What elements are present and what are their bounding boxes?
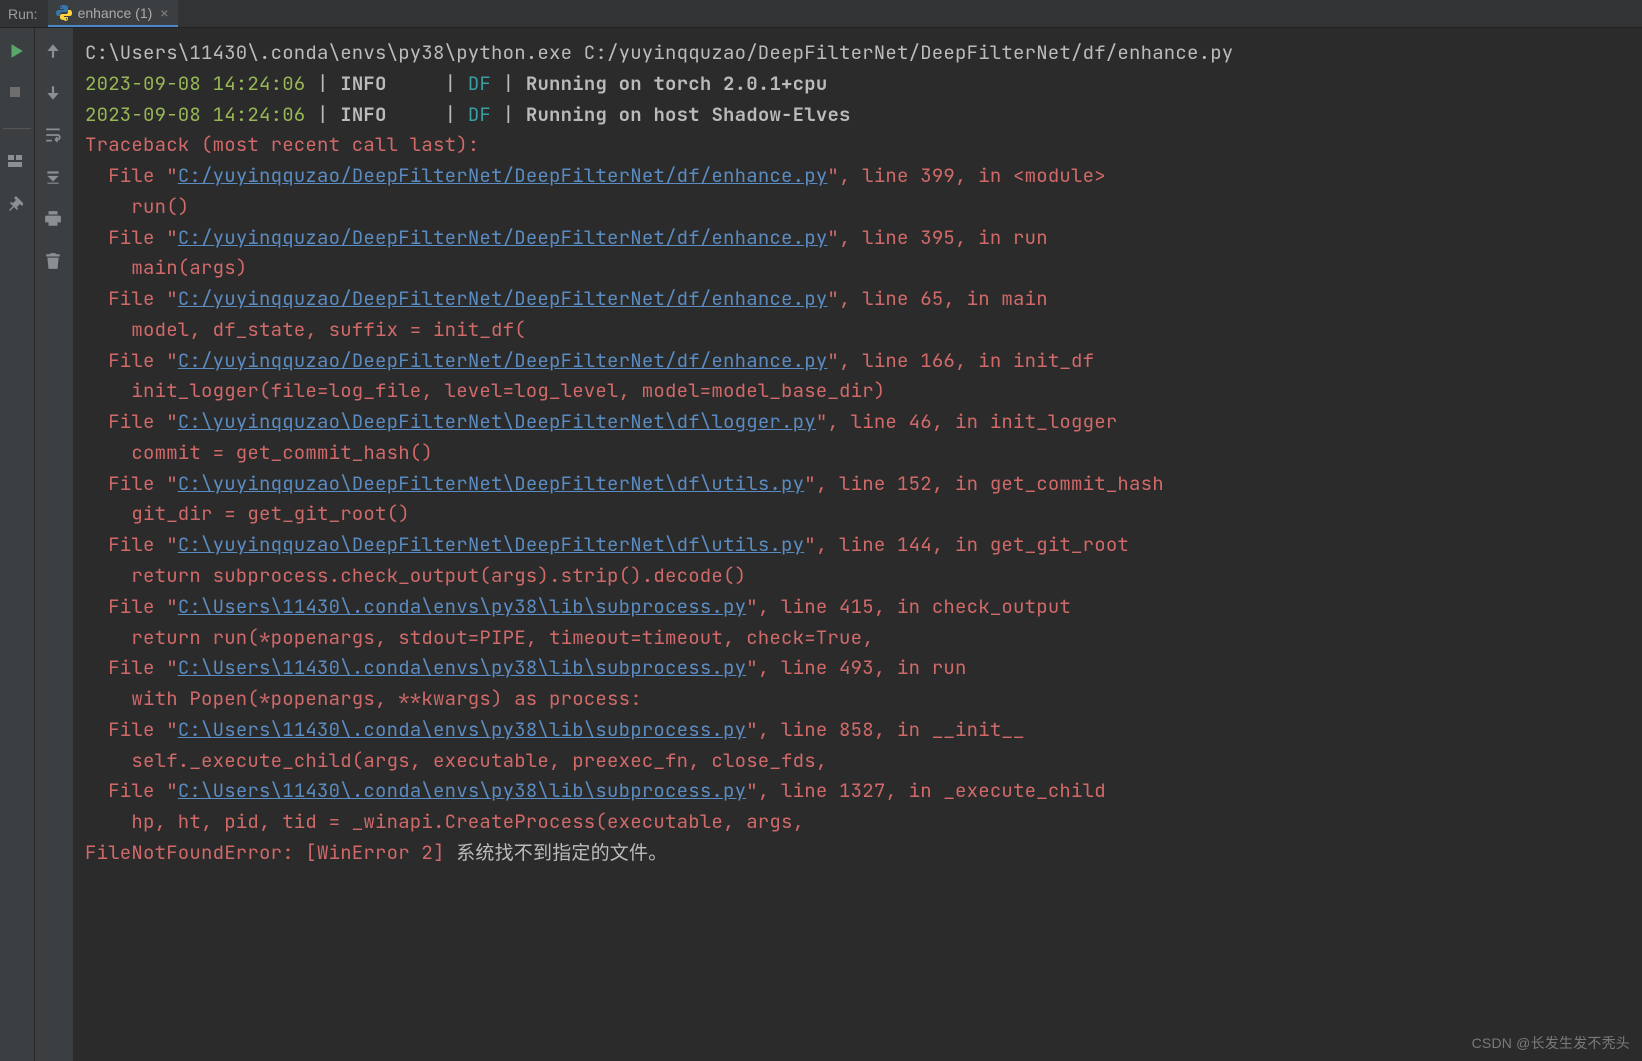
layout-icon[interactable] [7, 153, 27, 173]
traceback-frame: File " [85, 286, 178, 311]
up-arrow-icon[interactable] [44, 42, 64, 62]
traceback-frame: File " [85, 471, 178, 496]
run-panel-header: Run: enhance (1) × [0, 0, 1642, 28]
run-panel-body: C:\Users\11430\.conda\envs\py38\python.e… [0, 28, 1642, 1061]
log-level: INFO [340, 102, 433, 127]
traceback-code: run() [85, 194, 189, 219]
python-file-icon [56, 5, 72, 21]
file-link[interactable]: C:\yuyinqquzao\DeepFilterNet\DeepFilterN… [178, 532, 804, 557]
console-output[interactable]: C:\Users\11430\.conda\envs\py38\python.e… [73, 28, 1642, 1061]
traceback-frame: File " [85, 163, 178, 188]
traceback-code: return subprocess.check_output(args).str… [85, 563, 746, 588]
watermark: CSDN @长发生发不秃头 [1472, 1032, 1630, 1055]
file-link[interactable]: C:/yuyinqquzao/DeepFilterNet/DeepFilterN… [178, 163, 828, 188]
stop-icon[interactable] [7, 84, 27, 104]
run-toolbar-right [35, 28, 73, 1061]
file-link[interactable]: C:\yuyinqquzao\DeepFilterNet\DeepFilterN… [178, 471, 804, 496]
run-config-tab[interactable]: enhance (1) × [48, 0, 179, 27]
traceback-code: commit = get_commit_hash() [85, 440, 433, 465]
traceback-frame: File " [85, 778, 178, 803]
log-level: INFO [340, 71, 433, 96]
rerun-icon[interactable] [7, 42, 27, 62]
traceback-frame: File " [85, 532, 178, 557]
traceback-frame: File " [85, 348, 178, 373]
print-icon[interactable] [44, 210, 64, 230]
log-tag: DF [468, 71, 491, 96]
traceback-frame: File " [85, 655, 178, 680]
traceback-code: hp, ht, pid, tid = _winapi.CreateProcess… [85, 809, 804, 834]
toolbar-divider [3, 128, 30, 129]
command-line: C:\Users\11430\.conda\envs\py38\python.e… [85, 40, 1233, 65]
traceback-frame: File " [85, 225, 178, 250]
error-type: FileNotFoundError: [WinError 2] [85, 840, 445, 865]
trash-icon[interactable] [44, 252, 64, 272]
file-link[interactable]: C:\Users\11430\.conda\envs\py38\lib\subp… [178, 717, 746, 742]
run-label: Run: [0, 6, 48, 22]
error-message: 系统找不到指定的文件。 [445, 840, 668, 865]
traceback-code: self._execute_child(args, executable, pr… [85, 748, 827, 773]
log-message: Running on torch 2.0.1+cpu [526, 71, 828, 96]
traceback-frame: File " [85, 717, 178, 742]
log-timestamp: 2023-09-08 14:24:06 [85, 71, 305, 96]
traceback-code: model, df_state, suffix = init_df( [85, 317, 526, 342]
file-link[interactable]: C:/yuyinqquzao/DeepFilterNet/DeepFilterN… [178, 225, 828, 250]
log-tag: DF [468, 102, 491, 127]
run-toolbar-left [0, 28, 35, 1061]
file-link[interactable]: C:/yuyinqquzao/DeepFilterNet/DeepFilterN… [178, 286, 828, 311]
file-link[interactable]: C:\Users\11430\.conda\envs\py38\lib\subp… [178, 778, 746, 803]
traceback-frame: File " [85, 409, 178, 434]
traceback-code: main(args) [85, 255, 247, 280]
scroll-to-end-icon[interactable] [44, 168, 64, 188]
traceback-frame: File " [85, 594, 178, 619]
file-link[interactable]: C:\Users\11430\.conda\envs\py38\lib\subp… [178, 655, 746, 680]
down-arrow-icon[interactable] [44, 84, 64, 104]
traceback-code: return run(*popenargs, stdout=PIPE, time… [85, 625, 874, 650]
log-message: Running on host Shadow-Elves [526, 102, 851, 127]
traceback-header: Traceback (most recent call last): [85, 132, 479, 157]
soft-wrap-icon[interactable] [44, 126, 64, 146]
file-link[interactable]: C:\Users\11430\.conda\envs\py38\lib\subp… [178, 594, 746, 619]
file-link[interactable]: C:/yuyinqquzao/DeepFilterNet/DeepFilterN… [178, 348, 828, 373]
traceback-code: init_logger(file=log_file, level=log_lev… [85, 378, 885, 403]
log-timestamp: 2023-09-08 14:24:06 [85, 102, 305, 127]
tab-label: enhance (1) [78, 5, 153, 21]
traceback-code: with Popen(*popenargs, **kwargs) as proc… [85, 686, 642, 711]
pin-icon[interactable] [7, 195, 27, 215]
file-link[interactable]: C:\yuyinqquzao\DeepFilterNet\DeepFilterN… [178, 409, 816, 434]
close-tab-icon[interactable]: × [158, 5, 170, 21]
traceback-code: git_dir = get_git_root() [85, 501, 410, 526]
